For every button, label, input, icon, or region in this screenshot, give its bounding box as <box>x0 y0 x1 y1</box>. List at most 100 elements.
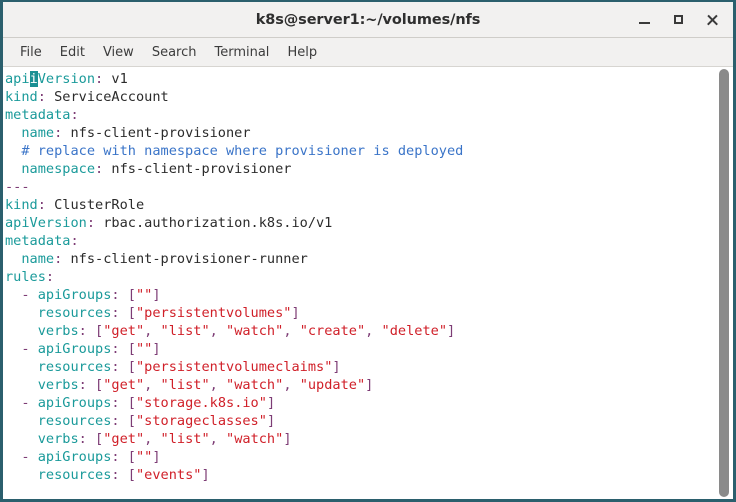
terminal-line: name: nfs-client-provisioner <box>5 124 715 142</box>
minimize-button[interactable] <box>627 5 661 35</box>
terminal-token: : <box>37 89 46 105</box>
window-title: k8s@server1:~/volumes/nfs <box>255 11 481 28</box>
terminal-token: : <box>37 197 46 213</box>
terminal-line: verbs: ["get", "list", "watch", "update"… <box>5 376 715 394</box>
terminal-token: : <box>45 269 55 285</box>
terminal-token: apiGroups <box>37 341 112 357</box>
minimize-icon <box>638 22 650 24</box>
scrollbar-trough[interactable] <box>717 67 732 499</box>
terminal-token: "storage.k8s.io" <box>135 395 267 411</box>
terminal-body[interactable]: apiiVersion: v1 kind: ServiceAccount metad… <box>3 67 733 499</box>
terminal-token: : <box>86 215 96 231</box>
terminal-text-area[interactable]: apiiVersion: v1 kind: ServiceAccount metad… <box>3 70 715 499</box>
terminal-token: nfs-client-provisioner <box>103 161 292 177</box>
terminal-token: "get" <box>103 377 145 393</box>
window-controls <box>627 2 729 37</box>
terminal-token: : <box>111 467 120 483</box>
terminal-token: apiGroups <box>37 449 112 465</box>
terminal-token: rules <box>5 269 46 285</box>
terminal-line: --- <box>5 178 715 196</box>
terminal-token: resources <box>37 359 112 375</box>
vertical-scrollbar[interactable] <box>715 67 733 499</box>
menu-item-edit[interactable]: Edit <box>51 42 94 63</box>
terminal-token: ] <box>266 413 276 429</box>
close-button[interactable] <box>695 5 729 35</box>
terminal-token: namespace <box>21 161 96 177</box>
terminal-token: "" <box>135 449 153 465</box>
terminal-token: Version <box>37 71 96 87</box>
terminal-token: - <box>21 395 30 411</box>
window-titlebar[interactable]: k8s@server1:~/volumes/nfs <box>3 2 733 38</box>
maximize-button[interactable] <box>661 5 695 35</box>
terminal-token: : <box>111 305 120 321</box>
terminal-token: nfs-client-provisioner <box>62 125 251 141</box>
terminal-token: verbs <box>37 377 79 393</box>
terminal-token: : <box>78 431 87 447</box>
terminal-token: , <box>209 431 218 447</box>
terminal-token: ClusterRole <box>45 197 145 213</box>
terminal-token: : <box>111 449 120 465</box>
terminal-line: - apiGroups: ["storage.k8s.io"] <box>5 394 715 412</box>
terminal-token: verbs <box>37 431 79 447</box>
terminal-token: ] <box>447 323 456 339</box>
terminal-token: [ <box>127 287 136 303</box>
terminal-token: resources <box>37 467 112 483</box>
terminal-token: - <box>21 449 30 465</box>
terminal-token: ] <box>283 431 292 447</box>
terminal-token: resources <box>37 305 112 321</box>
terminal-token: ] <box>152 341 161 357</box>
terminal-token: [ <box>127 467 136 483</box>
menu-item-terminal[interactable]: Terminal <box>205 42 278 63</box>
terminal-token: : <box>111 395 120 411</box>
terminal-line: resources: ["persistentvolumeclaims"] <box>5 358 715 376</box>
terminal-token: ] <box>365 377 374 393</box>
scrollbar-thumb[interactable] <box>719 69 729 497</box>
menubar: File Edit View Search Terminal Help <box>3 38 733 67</box>
terminal-token: ] <box>152 449 161 465</box>
terminal-token: apiGroups <box>37 395 112 411</box>
terminal-token: , <box>209 323 218 339</box>
terminal-token: [ <box>127 449 136 465</box>
terminal-token: nfs-client-provisioner-runner <box>62 251 308 267</box>
terminal-token: "" <box>135 287 153 303</box>
terminal-token: ] <box>266 395 276 411</box>
terminal-token: metadata <box>5 233 71 249</box>
terminal-line: # replace with namespace where provision… <box>5 142 715 160</box>
terminal-line: resources: ["events"] <box>5 466 715 484</box>
menu-item-help[interactable]: Help <box>278 42 326 63</box>
terminal-line: metadata: <box>5 232 715 250</box>
terminal-token: "get" <box>103 323 145 339</box>
terminal-token: "persistentvolumes" <box>135 305 292 321</box>
terminal-token: api <box>5 71 30 87</box>
terminal-token: [ <box>127 395 136 411</box>
terminal-token: metadata <box>5 107 71 123</box>
terminal-line: apiVersion: rbac.authorization.k8s.io/v1 <box>5 214 715 232</box>
menu-item-search[interactable]: Search <box>143 42 206 63</box>
terminal-token: , <box>209 377 218 393</box>
terminal-token: : <box>78 323 87 339</box>
menu-item-file[interactable]: File <box>11 42 51 63</box>
terminal-token: "watch" <box>226 431 284 447</box>
terminal-token: --- <box>5 179 30 195</box>
terminal-token: : <box>70 107 79 123</box>
terminal-line: metadata: <box>5 106 715 124</box>
menu-item-view[interactable]: View <box>94 42 143 63</box>
terminal-line: - apiGroups: [""] <box>5 340 715 358</box>
terminal-token: v1 <box>103 71 128 87</box>
terminal-token: ] <box>201 467 210 483</box>
terminal-token: name <box>21 125 55 141</box>
terminal-token: "get" <box>103 431 145 447</box>
